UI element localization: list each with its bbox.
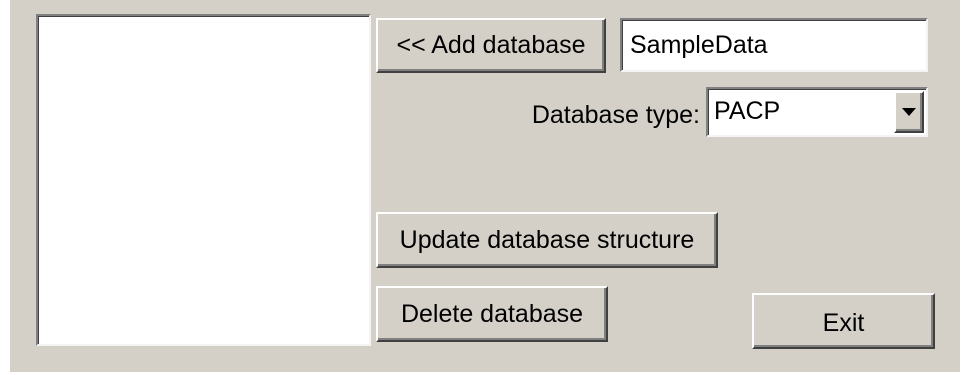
delete-database-button[interactable]: Delete database [376,286,608,342]
update-database-structure-button[interactable]: Update database structure [376,212,718,268]
database-type-value: PACP [714,97,781,125]
exit-button[interactable]: Exit [752,293,935,349]
add-database-button[interactable]: << Add database [376,18,606,73]
database-type-select[interactable]: PACP [706,87,928,137]
database-type-label: Database type: [531,101,700,129]
chevron-down-icon [902,108,916,116]
dropdown-arrow-button[interactable] [894,91,924,133]
database-dialog: << Add database Database type: PACP Upda… [10,0,960,372]
database-list[interactable] [36,14,371,346]
database-name-field[interactable] [620,18,928,72]
